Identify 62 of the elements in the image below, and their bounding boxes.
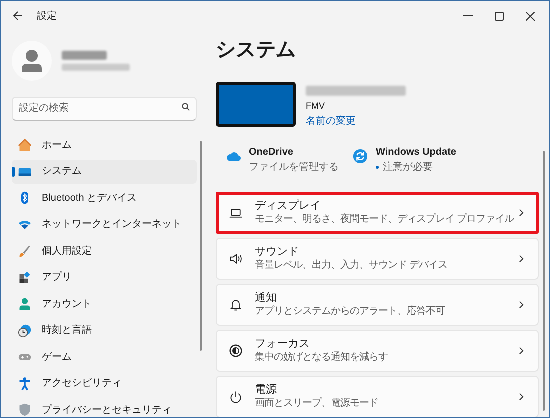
status-title: Windows Update [376,146,456,160]
speaker-icon [229,252,243,266]
sidebar-item[interactable]: アクセシビリティ [12,372,197,396]
device-model: FMV [306,100,326,113]
blurred-text [62,51,107,60]
sidebar-item[interactable]: アプリ [12,266,197,290]
maximize-icon[interactable] [495,12,504,20]
person-icon [22,50,42,72]
close-icon[interactable] [526,12,535,20]
accessibility-icon [18,376,32,390]
settings-card[interactable]: 通知 アプリとシステムからのアラート、応答不可 [216,284,539,326]
settings-card[interactable]: サウンド 音量レベル、出力、入力、サウンド デバイス [216,238,539,280]
search-field[interactable]: 設定の検索 [12,96,197,120]
shield-icon [18,403,32,417]
sidebar-item[interactable]: ホーム [12,133,197,157]
scrollbar[interactable] [200,141,202,351]
card-title: 電源 [255,383,277,397]
focus-icon [229,344,243,358]
status-subtitle: 注意が必要 [376,160,433,174]
page-title: システム [216,38,297,63]
chevron-icon [519,254,524,262]
card-subtitle: アプリとシステムからのアラート、応答不可 [255,305,445,318]
blurred-text [62,64,130,71]
sidebar-item[interactable]: ネットワークとインターネット [12,212,197,236]
settings-card[interactable]: フォーカス 集中の妨げとなる通知を減らす [216,330,539,372]
window-title: 設定 [37,10,57,24]
house-icon [18,138,32,152]
card-title: フォーカス [255,337,310,351]
sidebar-item[interactable]: 個人用設定 [12,239,197,263]
person-icon [18,297,32,311]
card-subtitle: 画面とスリープ、電源モード [255,397,378,410]
chevron-icon [519,208,524,216]
status-title: OneDrive [249,146,294,160]
sidebar-item[interactable]: プライバシーとセキュリティ [12,398,197,417]
back-icon[interactable] [13,11,23,21]
card-title: ディスプレイ [255,199,321,213]
brush-icon [18,244,32,258]
sidebar-item[interactable]: Bluetooth とデバイス [12,186,197,210]
minimize-icon[interactable] [463,15,473,17]
card-subtitle: モニター、明るさ、夜間モード、ディスプレイ プロファイル [255,213,514,226]
chevron-icon [519,300,524,308]
search-icon [182,103,190,111]
clock-globe-icon [18,324,32,338]
settings-card[interactable]: ディスプレイ モニター、明るさ、夜間モード、ディスプレイ プロファイル [216,192,539,234]
sidebar-item[interactable]: アカウント [12,292,197,316]
sidebar-item[interactable]: 時刻と言語 [12,318,197,342]
apps-icon [18,270,32,284]
card-subtitle: 音量レベル、出力、入力、サウンド デバイス [255,259,448,272]
rename-link[interactable]: 名前の変更 [306,114,406,128]
power-icon [229,390,243,404]
bell-icon [229,298,243,312]
sidebar-item[interactable]: システム [12,160,197,184]
sync-icon [353,148,368,164]
settings-card[interactable]: 電源 画面とスリープ、電源モード [216,376,539,417]
card-title: 通知 [255,291,277,305]
chevron-icon [519,392,524,400]
sidebar-item[interactable]: ゲーム [12,345,197,369]
chevron-icon [519,346,524,354]
card-title: サウンド [255,245,299,259]
card-subtitle: 集中の妨げとなる通知を減らす [255,351,388,364]
scrollbar[interactable] [543,151,545,411]
status-subtitle: ファイルを管理する [249,160,339,174]
